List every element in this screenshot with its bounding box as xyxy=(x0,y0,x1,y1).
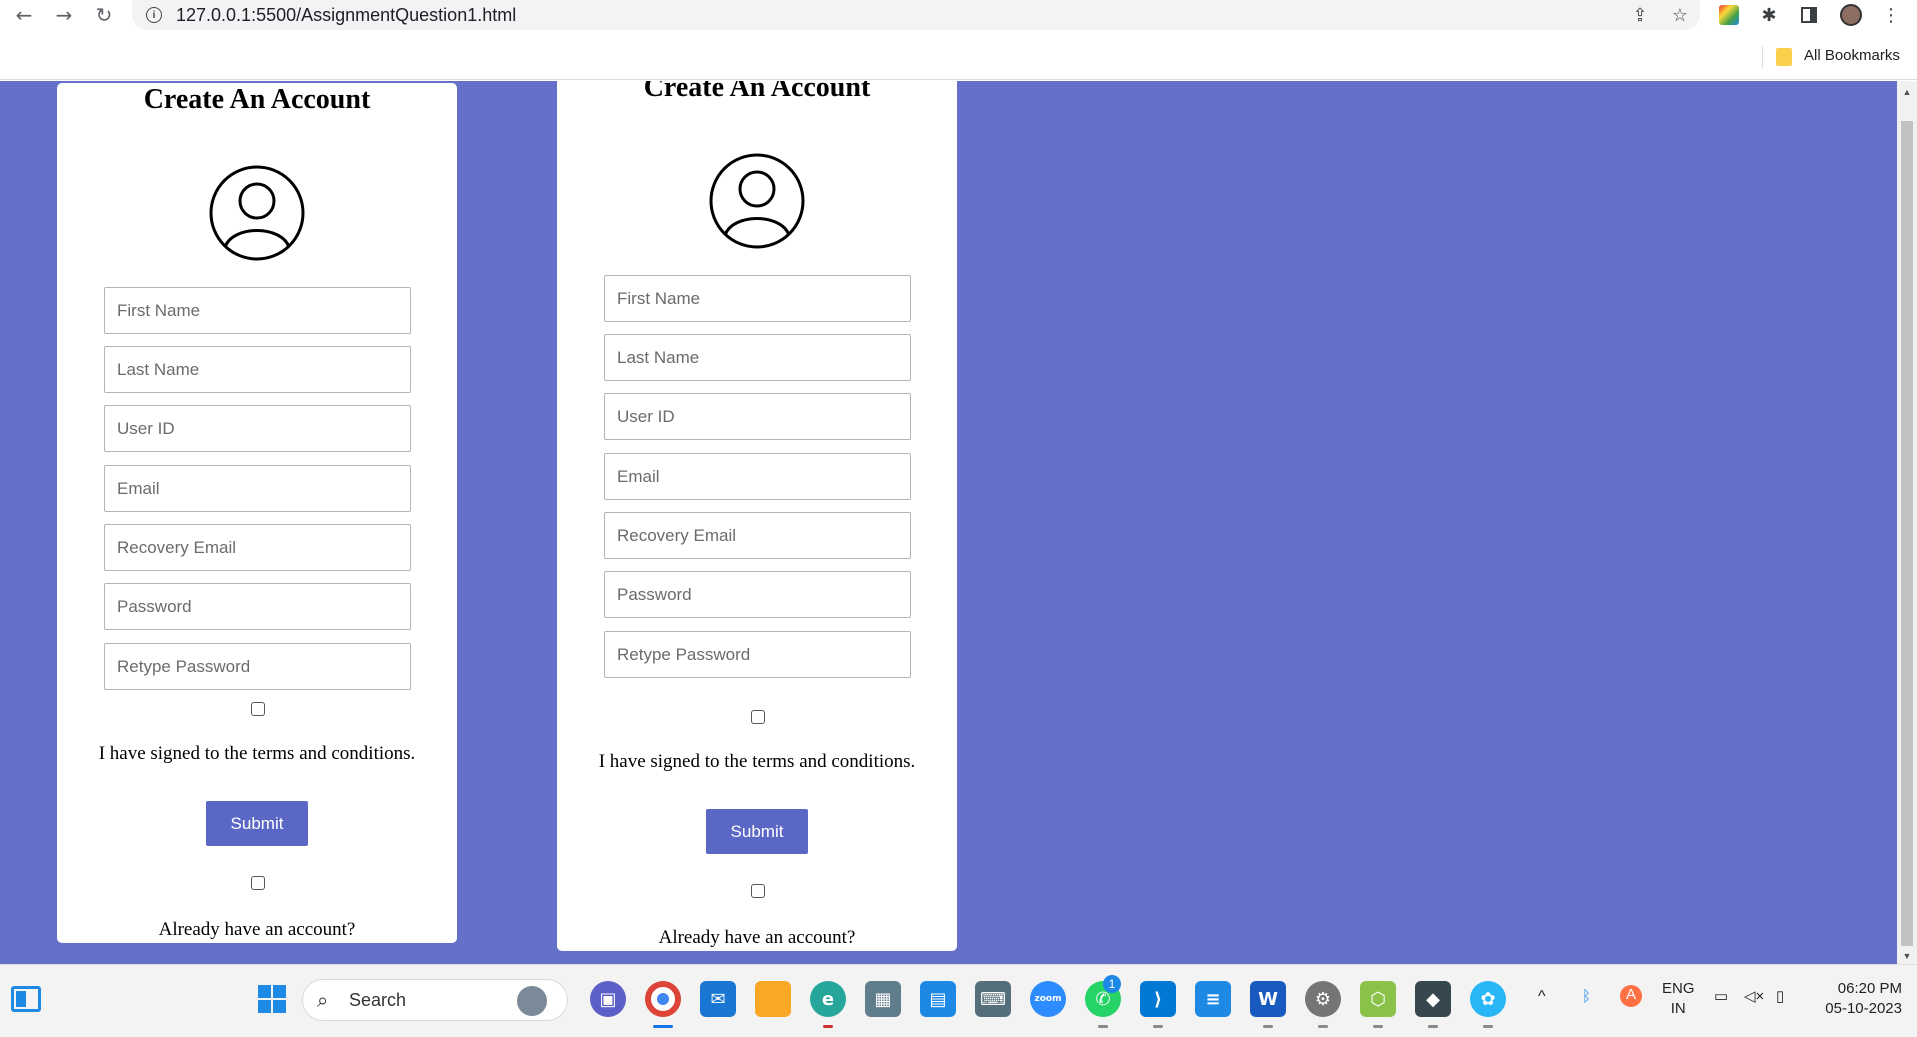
bookmarks-separator xyxy=(1762,46,1763,68)
url-text[interactable]: 127.0.0.1:5500/AssignmentQuestion1.html xyxy=(176,5,516,26)
app-indicator xyxy=(1428,1025,1438,1028)
page-scrollbar[interactable]: ▲ ▼ xyxy=(1897,81,1917,964)
first-name-input[interactable] xyxy=(104,287,411,334)
email-input[interactable] xyxy=(104,465,411,512)
file-explorer-icon[interactable] xyxy=(755,981,791,1017)
side-panel-icon[interactable] xyxy=(1796,2,1822,28)
recovery-email-input[interactable] xyxy=(604,512,911,559)
browser-toolbar: ← → ↻ i 127.0.0.1:5500/AssignmentQuestio… xyxy=(0,0,1917,30)
edge-icon[interactable]: e xyxy=(810,981,846,1017)
all-bookmarks-link[interactable]: All Bookmarks xyxy=(1804,47,1900,64)
app-indicator xyxy=(823,1025,833,1028)
form-title: Create An Account xyxy=(143,84,371,115)
already-account-label: Already have an account? xyxy=(158,919,356,940)
calendar-icon[interactable]: ▤ xyxy=(920,981,956,1017)
speaker-muted-icon[interactable]: ◁× xyxy=(1744,987,1764,1007)
notepad-icon[interactable]: ≡ xyxy=(1195,981,1231,1017)
time-label: 06:20 PM xyxy=(1837,980,1902,997)
chevron-up-icon[interactable]: ^ xyxy=(1538,987,1546,1007)
antivirus-icon[interactable]: A xyxy=(1620,985,1642,1007)
extension-colorful-icon[interactable] xyxy=(1716,2,1742,28)
windows-taskbar: ⌕ Search ▣ ✉ e ▦ ▤ ⌨ zoom ✆ 1 ⟩ ≡ W ⚙ ⬡ … xyxy=(0,964,1917,1037)
app-indicator xyxy=(1263,1025,1273,1028)
zoom-icon[interactable]: zoom xyxy=(1030,981,1066,1017)
bookmarks-bar: All Bookmarks xyxy=(0,30,1917,80)
last-name-input[interactable] xyxy=(604,334,911,381)
word-icon[interactable]: W xyxy=(1250,981,1286,1017)
submit-button[interactable]: Submit xyxy=(206,801,308,846)
signup-card-2: Create An Account I have signed to the t… xyxy=(557,81,957,951)
whatsapp-badge: 1 xyxy=(1103,975,1121,993)
signup-card-1: Create An Account I have signed to the t… xyxy=(57,83,457,943)
settings-gear-icon[interactable]: ⚙ xyxy=(1305,981,1341,1017)
scrollbar-thumb[interactable] xyxy=(1901,121,1913,946)
app-indicator xyxy=(1373,1025,1383,1028)
password-input[interactable] xyxy=(604,571,911,618)
network-icon[interactable]: ▭ xyxy=(1714,987,1728,1007)
submit-button[interactable]: Submit xyxy=(706,809,808,854)
region-label: IN xyxy=(1670,1000,1686,1017)
password-input[interactable] xyxy=(104,583,411,630)
clock[interactable]: 06:20 PM 05-10-2023 xyxy=(1812,979,1902,1019)
terms-checkbox[interactable] xyxy=(251,702,265,716)
taskbar-search[interactable]: ⌕ Search xyxy=(302,979,568,1021)
chrome-icon[interactable] xyxy=(645,981,681,1017)
address-bar[interactable]: i 127.0.0.1:5500/AssignmentQuestion1.htm… xyxy=(132,0,1700,30)
first-name-input[interactable] xyxy=(604,275,911,322)
user-avatar-icon xyxy=(209,165,305,261)
python-app-icon[interactable]: ✿ xyxy=(1470,981,1506,1017)
scroll-up-arrow-icon[interactable]: ▲ xyxy=(1902,87,1912,97)
folder-icon[interactable] xyxy=(1776,48,1792,66)
windows-start-icon[interactable] xyxy=(254,981,290,1017)
site-info-icon[interactable]: i xyxy=(146,7,162,23)
share-icon[interactable]: ⇪ xyxy=(1628,3,1652,27)
terms-label: I have signed to the terms and condition… xyxy=(598,751,916,772)
mail-icon[interactable]: ✉ xyxy=(700,981,736,1017)
extensions-puzzle-icon[interactable]: ✱ xyxy=(1756,2,1782,28)
bluetooth-icon[interactable]: ᛒ xyxy=(1582,987,1591,1007)
last-name-input[interactable] xyxy=(104,346,411,393)
app-indicator xyxy=(1483,1025,1493,1028)
reload-icon[interactable]: ↻ xyxy=(90,2,118,28)
teams-chat-icon[interactable]: ▣ xyxy=(590,981,626,1017)
language-indicator[interactable]: ENG IN xyxy=(1662,979,1695,1019)
bookmark-star-icon[interactable]: ☆ xyxy=(1668,3,1692,27)
retype-password-input[interactable] xyxy=(104,643,411,690)
recovery-email-input[interactable] xyxy=(104,524,411,571)
form-title: Create An Account xyxy=(643,81,871,103)
scroll-down-arrow-icon[interactable]: ▼ xyxy=(1902,951,1912,961)
terms-label: I have signed to the terms and condition… xyxy=(98,743,416,764)
sql-workbench-icon[interactable]: ◆ xyxy=(1415,981,1451,1017)
touch-keyboard-icon[interactable]: ⌨ xyxy=(975,981,1011,1017)
already-account-checkbox[interactable] xyxy=(251,876,265,890)
date-label: 05-10-2023 xyxy=(1825,1000,1902,1017)
language-label: ENG xyxy=(1662,980,1695,997)
already-account-checkbox[interactable] xyxy=(751,884,765,898)
cricket-widget-icon xyxy=(517,986,547,1016)
hex-app-icon[interactable]: ⬡ xyxy=(1360,981,1396,1017)
vscode-icon[interactable]: ⟩ xyxy=(1140,981,1176,1017)
back-arrow-icon[interactable]: ← xyxy=(10,2,38,28)
user-avatar-icon xyxy=(709,153,805,249)
battery-icon[interactable]: ▯ xyxy=(1776,987,1784,1007)
user-id-input[interactable] xyxy=(604,393,911,440)
forward-arrow-icon[interactable]: → xyxy=(50,2,78,28)
email-input[interactable] xyxy=(604,453,911,500)
app-indicator xyxy=(1098,1025,1108,1028)
page-viewport: Create An Account I have signed to the t… xyxy=(0,81,1897,964)
widgets-icon[interactable] xyxy=(8,981,44,1017)
active-app-indicator xyxy=(653,1025,673,1028)
profile-avatar[interactable] xyxy=(1838,2,1864,28)
retype-password-input[interactable] xyxy=(604,631,911,678)
already-account-label: Already have an account? xyxy=(658,927,856,948)
app-indicator xyxy=(1153,1025,1163,1028)
search-label: Search xyxy=(349,990,407,1010)
app-indicator xyxy=(1318,1025,1328,1028)
calculator-icon[interactable]: ▦ xyxy=(865,981,901,1017)
search-icon: ⌕ xyxy=(317,988,329,1012)
terms-checkbox[interactable] xyxy=(751,710,765,724)
menu-kebab-icon[interactable]: ⋮ xyxy=(1878,2,1904,28)
user-id-input[interactable] xyxy=(104,405,411,452)
